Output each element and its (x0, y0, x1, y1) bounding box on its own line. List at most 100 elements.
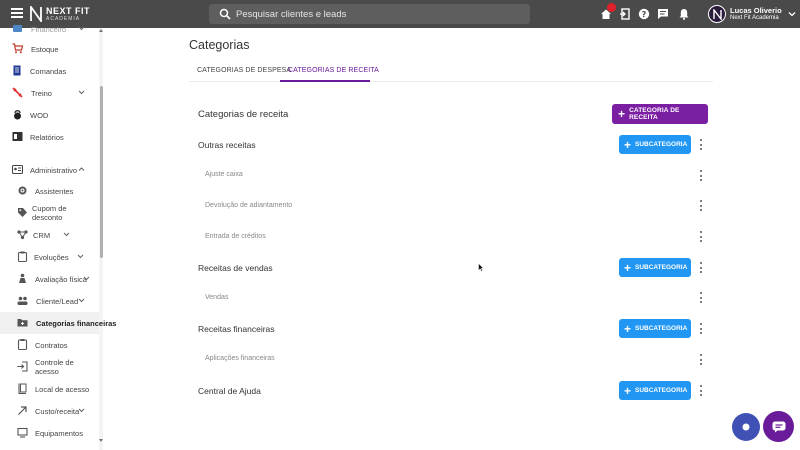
folder-icon (17, 319, 28, 327)
clipboard-icon (17, 251, 28, 262)
active-tab-indicator (280, 80, 370, 82)
chevron-down-icon (63, 232, 70, 237)
more-options-icon[interactable] (698, 262, 703, 273)
search-input[interactable] (236, 8, 516, 20)
receipt-icon (13, 65, 21, 76)
sidebar-item-label: Categorias financeiras (36, 318, 117, 328)
avatar (708, 5, 726, 23)
add-category-button[interactable]: + CATEGORIA DE RECEITA (612, 104, 708, 124)
sidebar-item-label: Relatórios (30, 132, 64, 142)
add-subcategory-label: SUBCATEGORIA (635, 141, 688, 148)
more-options-icon[interactable] (698, 139, 703, 150)
finance-icon (13, 25, 22, 32)
sidebar-item-assistentes[interactable]: Assistentes (0, 180, 99, 202)
sidebar-item-administrativo[interactable]: Administrativo (0, 159, 99, 181)
sidebar-item-treino[interactable]: Treino (0, 82, 99, 104)
sidebar-item-label: Evoluções (34, 252, 69, 262)
tab-categorias-receita[interactable]: CATEGORIAS DE RECEITA (288, 67, 379, 74)
plus-icon: + (618, 107, 626, 121)
more-options-icon[interactable] (698, 385, 703, 396)
sidebar-item-contratos[interactable]: Contratos (0, 334, 99, 356)
sidebar-item-label: Controle de acesso (35, 358, 74, 376)
sidebar-item-financeiro[interactable]: Financeiro (0, 18, 99, 40)
sidebar-item-label: WOD (30, 110, 49, 120)
sidebar-item-evolucoes[interactable]: Evoluções (0, 246, 99, 268)
sidebar-item-categorias-financeiras[interactable]: Categorias financeiras (0, 312, 116, 334)
sidebar-item-comandas[interactable]: Comandas (0, 60, 99, 82)
sidebar-item-label: Cliente/Lead (36, 296, 79, 306)
category-name: Outras receitas (198, 140, 256, 150)
add-subcategory-button[interactable]: + SUBCATEGORIA (619, 381, 691, 400)
more-options-icon[interactable] (698, 354, 703, 365)
chevron-up-icon (78, 167, 85, 171)
plus-icon: + (624, 321, 632, 336)
kettlebell-icon (14, 110, 21, 120)
search-bar[interactable] (209, 4, 530, 24)
user-menu[interactable]: Lucas Oliverio Next Fit Academia (708, 4, 796, 24)
chevron-down-icon (78, 26, 85, 31)
chat-bubble-icon (772, 421, 785, 432)
more-options-icon[interactable] (698, 292, 703, 303)
mouse-cursor-icon (478, 263, 484, 272)
sidebar-item-label: Comandas (30, 66, 67, 76)
bell-icon[interactable] (678, 8, 690, 20)
arrow-icon (18, 406, 27, 415)
chevron-down-icon (83, 276, 90, 281)
notification-badge (607, 3, 616, 12)
menu-icon[interactable] (11, 8, 23, 18)
tab-categorias-despesa[interactable]: CATEGORIAS DE DESPESA (197, 67, 291, 74)
sidebar-item-label: Cupom de desconto (32, 204, 67, 222)
help-fab-button[interactable] (732, 413, 760, 441)
add-subcategory-label: SUBCATEGORIA (635, 387, 688, 394)
chevron-down-icon (78, 90, 85, 95)
admin-icon (12, 164, 23, 175)
sidebar-item-avaliacao[interactable]: Avaliação física (0, 268, 99, 290)
chevron-down-icon (788, 12, 796, 17)
sidebar-item-label: Equipamentos (35, 428, 83, 438)
sidebar-item-cupom[interactable]: Cupom de desconto (0, 202, 99, 224)
top-bar: NEXT FIT ACADEMIA ? (0, 0, 800, 28)
svg-text:?: ? (642, 10, 647, 19)
help-icon[interactable]: ? (638, 8, 650, 20)
people-icon (17, 296, 28, 305)
sidebar-item-cliente-lead[interactable]: Cliente/Lead (0, 290, 99, 312)
training-icon (12, 87, 23, 98)
add-subcategory-button[interactable]: + SUBCATEGORIA (619, 319, 691, 338)
more-options-icon[interactable] (698, 231, 703, 242)
add-subcategory-button[interactable]: + SUBCATEGORIA (619, 135, 691, 154)
sidebar-item-crm[interactable]: CRM (0, 224, 99, 246)
sidebar-item-label: Treino (31, 88, 52, 98)
sidebar-item-label: Contratos (35, 340, 68, 350)
sidebar-item-wod[interactable]: WOD (0, 104, 99, 126)
chat-icon[interactable] (657, 8, 669, 20)
chat-fab-button[interactable] (763, 411, 794, 442)
sidebar-item-label: Custo/receita (35, 406, 80, 416)
category-name: Receitas de vendas (198, 263, 273, 273)
scroll-up-arrow-icon[interactable] (99, 29, 103, 32)
sidebar-item-label: Assistentes (35, 186, 74, 196)
sidebar-item-label: Local de acesso (35, 384, 90, 394)
sidebar-item-custo-receita[interactable]: Custo/receita (0, 400, 99, 422)
sidebar-item-label: Estoque (31, 44, 59, 54)
sidebar-item-controle-acesso[interactable]: Controle de acesso (0, 356, 99, 378)
add-subcategory-button[interactable]: + SUBCATEGORIA (619, 258, 691, 277)
sidebar-item-estoque[interactable]: Estoque (0, 38, 99, 60)
login-icon (17, 361, 28, 372)
sidebar-item-label: Financeiro (31, 24, 67, 34)
sidebar-item-local-acesso[interactable]: Local de acesso (0, 378, 99, 400)
logout-icon[interactable] (619, 8, 631, 20)
plus-icon: + (624, 383, 632, 398)
subcategory-name: Devolução de adiantamento (205, 202, 293, 209)
subcategory-name: Entrada de créditos (205, 233, 266, 240)
sidebar-scroll-thumb[interactable] (100, 86, 103, 258)
contract-icon (17, 339, 28, 350)
sidebar-item-equipamentos[interactable]: Equipamentos (0, 422, 99, 444)
more-options-icon[interactable] (698, 323, 703, 334)
more-options-icon[interactable] (698, 170, 703, 181)
sidebar-item-relatorios[interactable]: Relatórios (0, 126, 99, 148)
cart-icon (12, 43, 23, 54)
scroll-down-arrow-icon[interactable] (99, 439, 103, 442)
more-options-icon[interactable] (698, 200, 703, 211)
add-subcategory-label: SUBCATEGORIA (635, 325, 688, 332)
person-icon (19, 273, 26, 283)
